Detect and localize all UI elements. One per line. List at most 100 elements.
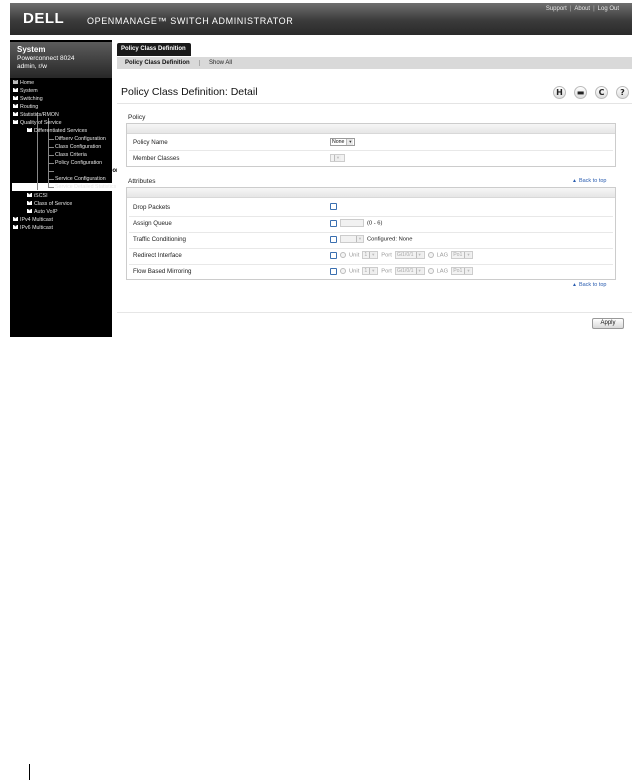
expand-icon[interactable]: + <box>13 112 18 117</box>
mirror-lag-radio[interactable] <box>427 268 434 274</box>
assign-queue-checkbox[interactable] <box>330 219 337 227</box>
policy-panel: Policy Name None ▼ Member Classes ▼ <box>126 123 616 167</box>
redirect-interface-control: Unit 1 ▼ Port Gi1/0/1 ▼ LAG Po1 ▼ <box>330 251 474 259</box>
nav-item-service-config[interactable]: Service Configuration <box>55 176 106 183</box>
traffic-conditioning-select[interactable]: ▼ <box>340 235 364 243</box>
chevron-down-icon: ▼ <box>346 139 354 145</box>
assign-queue-label: Assign Queue <box>133 220 172 227</box>
panel-header <box>127 188 615 198</box>
nav-label: IPv6 Multicast <box>20 225 53 231</box>
collapse-icon[interactable]: – <box>27 128 32 133</box>
tree-line <box>49 163 54 164</box>
expand-icon[interactable]: + <box>13 88 18 93</box>
nav-label: Home <box>20 80 35 86</box>
chevron-down-icon: ▼ <box>369 252 377 258</box>
nav-item-diffserv-config[interactable]: Diffserv Configuration <box>55 136 106 143</box>
browser-frame: DELL OPENMANAGE™ SWITCH ADMINISTRATOR Su… <box>10 3 632 337</box>
nav-label: Auto VoIP <box>34 209 58 215</box>
system-info-box: System Powerconnect 8024 admin, r/w <box>10 42 112 78</box>
save-icon[interactable]: H <box>553 86 566 99</box>
nav-item-policy-class-definition[interactable]: Policy Class Definition <box>55 168 120 175</box>
main-content: Policy Class Definition Policy Class Def… <box>117 40 632 337</box>
drop-packets-label: Drop Packets <box>133 204 171 211</box>
nav-item-voip[interactable]: + Auto VoIP <box>27 209 58 216</box>
mirror-checkbox[interactable] <box>330 267 337 275</box>
nav-item-iscsi[interactable]: + iSCSI <box>27 193 48 200</box>
policy-name-select[interactable]: None ▼ <box>330 138 356 146</box>
nav-item-system[interactable]: + System <box>13 88 38 95</box>
unit-label: Unit <box>349 268 360 275</box>
nav-item-statistics[interactable]: + Statistics/RMON <box>13 112 59 119</box>
unit-label: Unit <box>349 252 360 259</box>
subtab-policy-class-definition[interactable]: Policy Class Definition <box>125 57 190 69</box>
policy-name-row: Policy Name None ▼ <box>127 136 615 150</box>
chevron-down-icon: ▼ <box>464 252 472 258</box>
redirect-unit-radio[interactable] <box>340 252 346 258</box>
chevron-down-icon: ▼ <box>464 268 472 274</box>
tree-line <box>49 179 54 180</box>
nav-label: Statistics/RMON <box>20 112 59 118</box>
home-icon: – <box>13 80 18 85</box>
redirect-lag-radio[interactable] <box>427 252 434 258</box>
expand-icon[interactable]: + <box>27 201 32 206</box>
mirror-unit-radio[interactable] <box>340 268 346 274</box>
subtab-show-all[interactable]: Show All <box>209 57 232 69</box>
refresh-icon[interactable]: C <box>595 86 608 99</box>
help-icon[interactable]: ? <box>616 86 629 99</box>
back-to-top-link[interactable]: ▲ Back to top <box>572 178 606 184</box>
nav-item-home[interactable]: – Home <box>13 80 34 87</box>
assign-queue-input[interactable] <box>340 219 364 227</box>
nav-label: Switching <box>20 96 43 102</box>
expand-icon[interactable]: + <box>13 225 18 230</box>
app-header: DELL OPENMANAGE™ SWITCH ADMINISTRATOR Su… <box>10 3 632 35</box>
nav-item-switching[interactable]: + Switching <box>13 96 43 103</box>
nav-item-policy-config[interactable]: Policy Configuration <box>55 160 102 167</box>
logout-link[interactable]: Log Out <box>598 6 619 12</box>
policy-section-label: Policy <box>128 114 146 121</box>
nav-item-routing[interactable]: + Routing <box>13 104 38 111</box>
traffic-conditioning-configured: Configured: None <box>367 236 413 243</box>
system-title: System <box>17 45 46 54</box>
tab-policy-class-definition[interactable]: Policy Class Definition <box>117 43 191 56</box>
nav-item-qos[interactable]: – Quality of Service <box>13 120 62 127</box>
mirror-unit-select[interactable]: 1 ▼ <box>362 267 379 275</box>
print-icon[interactable]: ▬ <box>574 86 587 99</box>
nav-item-cos[interactable]: + Class of Service <box>27 201 72 208</box>
expand-icon[interactable]: + <box>13 104 18 109</box>
expand-icon[interactable]: + <box>13 96 18 101</box>
subtab-divider <box>199 60 200 66</box>
nav-item-diffserv[interactable]: – Differentiated Services <box>27 128 87 135</box>
apply-button[interactable]: Apply <box>592 318 624 329</box>
about-link[interactable]: About <box>574 6 590 12</box>
back-to-top-link-bottom[interactable]: ▲ Back to top <box>572 282 606 288</box>
nav-item-ipv6-multicast[interactable]: + IPv6 Multicast <box>13 225 53 232</box>
chevron-down-icon: ▼ <box>369 268 377 274</box>
page-margin-mark <box>29 764 30 780</box>
nav-item-class-criteria[interactable]: Class Criteria <box>55 152 87 159</box>
traffic-conditioning-row: Traffic Conditioning ▼ Configured: None <box>127 233 615 247</box>
nav-item-class-config[interactable]: Class Configuration <box>55 144 101 151</box>
page-title: Policy Class Definition: Detail <box>121 86 258 98</box>
redirect-checkbox[interactable] <box>330 251 337 259</box>
member-classes-select[interactable]: ▼ <box>330 154 345 162</box>
collapse-icon[interactable]: – <box>13 120 18 125</box>
redirect-port-select[interactable]: Gi1/0/1 ▼ <box>394 251 425 259</box>
expand-icon[interactable]: + <box>27 193 32 198</box>
chevron-down-icon: ▼ <box>356 236 363 242</box>
expand-icon[interactable]: + <box>13 217 18 222</box>
system-model: Powerconnect 8024 <box>17 55 75 62</box>
redirect-unit-select[interactable]: 1 ▼ <box>362 251 379 259</box>
system-user: admin, r/w <box>17 63 47 70</box>
expand-icon[interactable]: + <box>27 209 32 214</box>
tree-line <box>49 139 54 140</box>
support-link[interactable]: Support <box>546 6 567 12</box>
flow-mirroring-control: Unit 1 ▼ Port Gi1/0/1 ▼ LAG Po1 ▼ <box>330 267 474 275</box>
mirror-port-select[interactable]: Gi1/0/1 ▼ <box>394 267 425 275</box>
traffic-conditioning-checkbox[interactable] <box>330 235 337 243</box>
tree-line <box>49 147 54 148</box>
redirect-lag-select[interactable]: Po1 ▼ <box>451 251 474 259</box>
drop-packets-checkbox[interactable] <box>330 203 337 210</box>
nav-item-service-stats[interactable]: Service Detailed Statistics <box>55 184 116 191</box>
mirror-lag-select[interactable]: Po1 ▼ <box>451 267 474 275</box>
nav-item-ipv4-multicast[interactable]: + IPv4 Multicast <box>13 217 53 224</box>
